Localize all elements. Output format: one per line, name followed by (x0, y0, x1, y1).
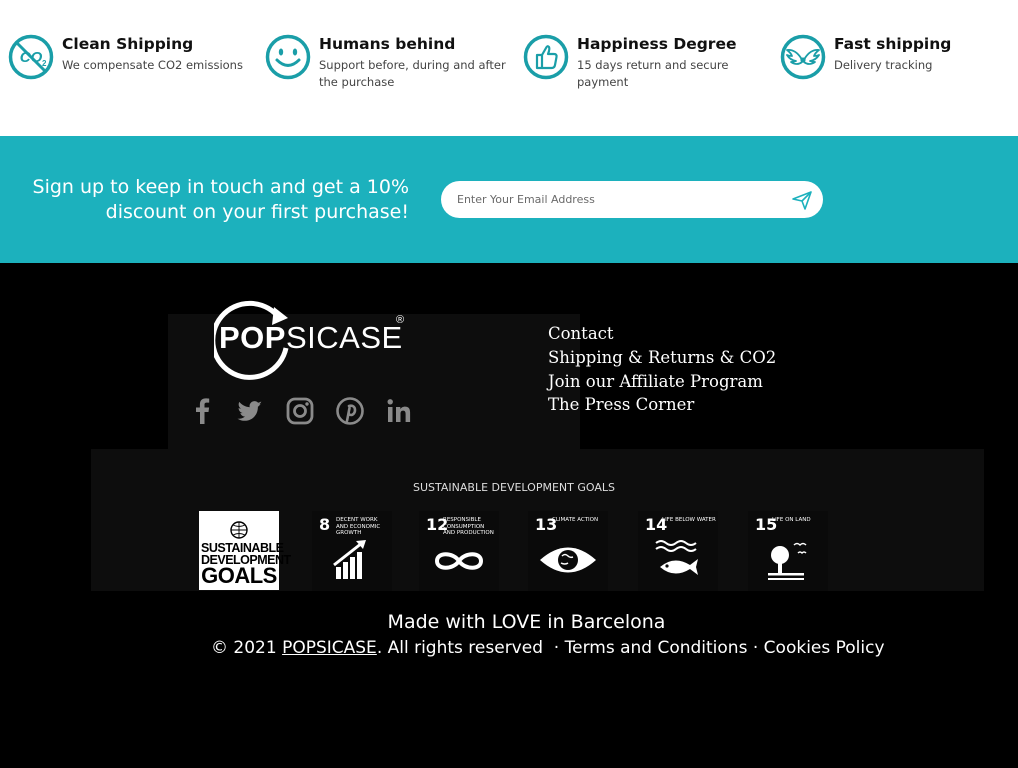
feature-desc: 15 days return and secure payment (577, 58, 729, 89)
feature-happiness-degree: Happiness Degree 15 days return and secu… (523, 33, 736, 91)
sdg-tile-15: 15 Life on land (748, 511, 828, 591)
copyright-line: © 2021 POPSICASE. All rights reserved · … (211, 638, 885, 658)
co2-crossed-icon: CO 2 (8, 34, 54, 80)
newsletter-form (441, 181, 823, 218)
registered-mark: ® (396, 314, 405, 326)
sdg-tile-8: 8 Decent work and economic growth (312, 511, 392, 591)
footer-links: Contact Shipping & Returns & CO2 Join ou… (548, 322, 776, 417)
link-shipping-returns[interactable]: Shipping & Returns & CO2 (548, 346, 776, 370)
feature-title: Humans behind (319, 35, 456, 53)
feature-title: Happiness Degree (577, 35, 737, 53)
fish-icon (655, 540, 698, 575)
smiley-icon (265, 34, 311, 80)
facebook-icon[interactable] (188, 396, 218, 426)
sdg-tile-14: 14 Life below water (638, 511, 718, 591)
sdg-tile-12: 12 Responsible consumption and productio… (419, 511, 499, 591)
eye-globe-icon (540, 547, 596, 573)
sdg-title: SUSTAINABLE DEVELOPMENT GOALS (413, 481, 615, 494)
newsletter-text: Sign up to keep in touch and get a 10% di… (32, 176, 409, 223)
feature-title: Clean Shipping (62, 35, 194, 53)
sdg-tile-13: 13 Climate action (528, 511, 608, 591)
feature-title: Fast shipping (834, 35, 952, 53)
features-band: CO 2 Clean Shipping We compensate CO2 em… (0, 0, 1018, 136)
cookies-link[interactable]: Cookies Policy (764, 638, 885, 658)
feature-desc: Delivery tracking (834, 58, 933, 72)
made-in-barcelona: Made with LOVE in Barcelona (387, 611, 666, 633)
feature-humans-behind: Humans behind Support before, during and… (265, 33, 506, 91)
growth-chart-icon (333, 540, 366, 579)
feature-clean-shipping: CO 2 Clean Shipping We compensate CO2 em… (8, 33, 243, 80)
thumbs-up-icon (523, 34, 569, 80)
feature-desc: Support before, during and after the purc… (319, 58, 506, 89)
infinity-icon (434, 552, 484, 570)
instagram-icon[interactable] (285, 396, 315, 426)
send-icon[interactable] (791, 189, 813, 211)
twitter-icon[interactable] (234, 396, 264, 426)
email-input[interactable] (457, 181, 777, 218)
feature-desc: We compensate CO2 emissions (62, 58, 243, 72)
feature-fast-shipping: Fast shipping Delivery tracking (780, 33, 951, 80)
link-affiliate-program[interactable]: Join our Affiliate Program (548, 370, 776, 394)
link-press-corner[interactable]: The Press Corner (548, 393, 776, 417)
newsletter-band: Sign up to keep in touch and get a 10% di… (0, 136, 1018, 263)
logo-wordmark: POPSICASE (219, 320, 403, 355)
tree-bird-icon (768, 542, 807, 580)
linkedin-icon[interactable] (385, 396, 415, 426)
link-contact[interactable]: Contact (548, 322, 776, 346)
winged-shipping-icon (780, 34, 826, 80)
terms-link[interactable]: Terms and Conditions (565, 638, 748, 658)
sdg-logo: SUSTAINABLE DEVELOPMENT GOALS (199, 511, 291, 590)
pinterest-icon[interactable] (335, 396, 365, 426)
popsicase-link[interactable]: POPSICASE (282, 638, 377, 658)
